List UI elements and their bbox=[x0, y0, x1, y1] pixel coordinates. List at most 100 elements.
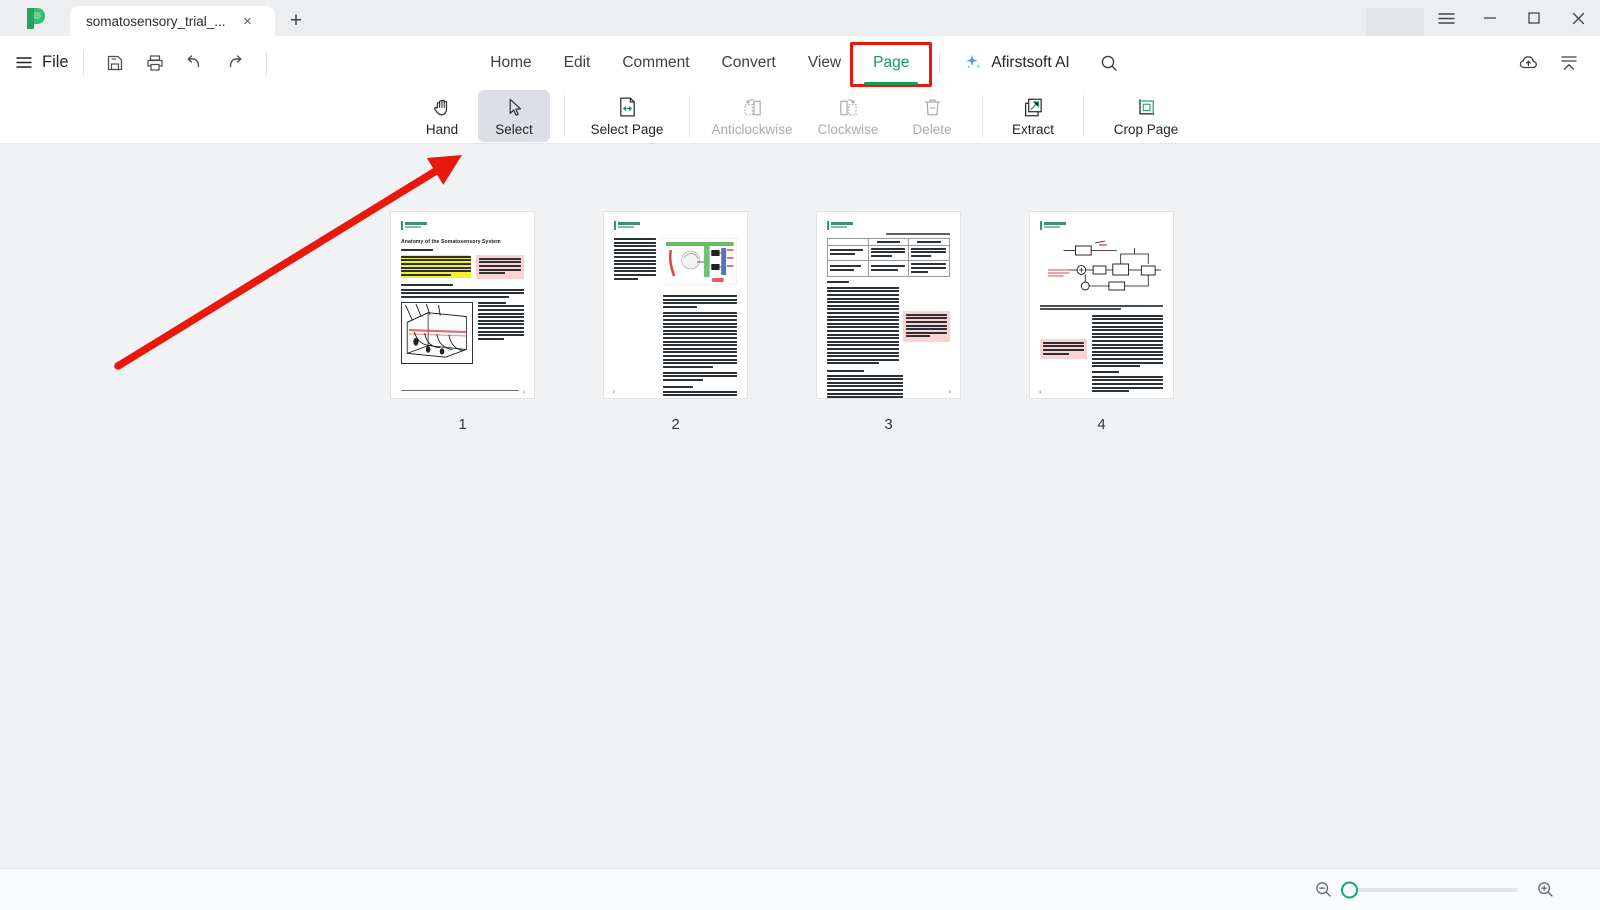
tool-select-page[interactable]: Select Page bbox=[579, 90, 675, 142]
menu-item-comment[interactable]: Comment bbox=[606, 48, 705, 78]
crop-icon bbox=[1135, 95, 1158, 119]
page-1-number-mark: 1 bbox=[522, 389, 525, 394]
menu-item-view[interactable]: View bbox=[792, 48, 857, 78]
page-2-section bbox=[614, 385, 737, 397]
page-thumbnail-4[interactable]: 4 bbox=[1029, 211, 1174, 399]
page-1-figure-caption bbox=[477, 301, 524, 364]
trash-icon bbox=[921, 95, 944, 119]
ribbon-divider-3 bbox=[982, 95, 983, 137]
menu-item-home[interactable]: Home bbox=[474, 48, 547, 78]
tool-clockwise-label: Clockwise bbox=[817, 122, 879, 137]
page-1-figure-row bbox=[401, 301, 524, 364]
tab-title: somatosensory_trial_... bbox=[86, 13, 226, 29]
tool-delete-label: Delete bbox=[912, 122, 952, 137]
rotate-left-icon bbox=[741, 95, 764, 119]
page-thumbnail-area: Anatomy of the Somatosensory System 1 1 … bbox=[0, 144, 1600, 868]
page-4-body-row bbox=[1040, 314, 1163, 394]
tool-extract[interactable]: Extract bbox=[997, 90, 1069, 142]
page-thumbnail-item[interactable]: 3 3 bbox=[816, 211, 961, 433]
page-3-table-caption bbox=[827, 233, 950, 235]
tool-anticlockwise[interactable]: Anticlockwise bbox=[704, 90, 800, 142]
search-button[interactable] bbox=[1092, 46, 1126, 80]
collapse-ribbon-button[interactable] bbox=[1552, 46, 1586, 80]
menu-bar: File Home Edit Comment Convert View Page… bbox=[0, 36, 1600, 89]
title-bar: somatosensory_trial_... × + bbox=[0, 0, 1600, 36]
afirstsoft-ai-button[interactable]: Afirstsoft AI bbox=[954, 48, 1079, 77]
undo-button[interactable] bbox=[178, 46, 212, 80]
zoom-out-icon bbox=[1315, 882, 1331, 897]
page-2-caption-col bbox=[614, 238, 657, 290]
tool-select[interactable]: Select bbox=[478, 90, 550, 142]
print-icon bbox=[146, 54, 163, 71]
print-button[interactable] bbox=[138, 46, 172, 80]
menubar-right-actions bbox=[1512, 36, 1586, 89]
tool-clockwise[interactable]: Clockwise bbox=[800, 90, 896, 142]
page-number-label: 4 bbox=[1097, 416, 1106, 433]
menu-divider bbox=[939, 51, 941, 74]
page-thumbnail-item[interactable]: Anatomy of the Somatosensory System 1 1 bbox=[390, 211, 535, 433]
close-window-button[interactable] bbox=[1556, 0, 1600, 36]
tool-anticlockwise-label: Anticlockwise bbox=[711, 122, 793, 137]
search-icon bbox=[1101, 55, 1117, 71]
zoom-out-button[interactable] bbox=[1310, 877, 1336, 903]
page-preview-2: 2 bbox=[604, 212, 747, 398]
hamburger-menu-icon[interactable] bbox=[1424, 0, 1468, 36]
menu-item-edit[interactable]: Edit bbox=[548, 48, 607, 78]
page-thumbnail-2[interactable]: 2 bbox=[603, 211, 748, 399]
zoom-in-button[interactable] bbox=[1532, 877, 1558, 903]
save-icon bbox=[107, 55, 122, 70]
titlebar-placeholder bbox=[1366, 8, 1424, 36]
page-preview-1: Anatomy of the Somatosensory System 1 bbox=[391, 212, 534, 398]
page-1-title: Anatomy of the Somatosensory System bbox=[401, 239, 501, 245]
doc-logo bbox=[614, 221, 737, 230]
tool-crop-page[interactable]: Crop Page bbox=[1098, 90, 1194, 142]
page-number-label: 1 bbox=[458, 416, 467, 433]
zoom-slider-handle[interactable] bbox=[1341, 881, 1358, 898]
page-thumbnail-1[interactable]: Anatomy of the Somatosensory System 1 bbox=[390, 211, 535, 399]
page-number-label: 2 bbox=[671, 416, 680, 433]
page-thumbnail-item[interactable]: 4 4 bbox=[1029, 211, 1174, 433]
page-1-pink-note bbox=[475, 254, 524, 279]
file-menu-button[interactable]: File bbox=[16, 53, 69, 72]
page-preview-4: 4 bbox=[1030, 212, 1173, 398]
page-4-figure-caption bbox=[1040, 305, 1163, 310]
zoom-in-icon bbox=[1537, 882, 1553, 897]
maximize-icon bbox=[1528, 12, 1540, 24]
minimize-button[interactable] bbox=[1468, 0, 1512, 36]
block-diagram-figure bbox=[1040, 240, 1163, 303]
page-thumbnail-item[interactable]: 2 2 bbox=[603, 211, 748, 433]
zoom-slider[interactable] bbox=[1341, 881, 1518, 898]
page-2-body-2 bbox=[614, 371, 737, 381]
collapse-ribbon-icon bbox=[1561, 55, 1577, 70]
minimize-icon bbox=[1484, 17, 1496, 19]
menu-item-convert[interactable]: Convert bbox=[706, 48, 792, 78]
page-thumbnail-3[interactable]: 3 bbox=[816, 211, 961, 399]
page-4-pink-note bbox=[1040, 315, 1088, 394]
page-1-section bbox=[401, 283, 524, 298]
tool-select-label: Select bbox=[495, 122, 533, 137]
page-ribbon-toolbar: Hand Select Select Page Anticlockwise Cl… bbox=[0, 89, 1600, 144]
page-3-table bbox=[827, 237, 950, 278]
new-tab-button[interactable]: + bbox=[281, 5, 311, 35]
save-button[interactable] bbox=[98, 46, 132, 80]
page-3-section bbox=[827, 369, 904, 398]
hand-icon bbox=[431, 95, 454, 119]
document-tab[interactable]: somatosensory_trial_... × bbox=[70, 6, 275, 36]
tool-hand[interactable]: Hand bbox=[406, 90, 478, 142]
select-page-icon bbox=[616, 95, 639, 119]
tool-select-page-label: Select Page bbox=[590, 122, 664, 137]
page-1-author bbox=[401, 249, 524, 251]
cloud-upload-button[interactable] bbox=[1512, 46, 1546, 80]
extract-icon bbox=[1022, 95, 1045, 119]
close-tab-icon[interactable]: × bbox=[238, 11, 258, 31]
hamburger-icon bbox=[1437, 12, 1455, 24]
undo-icon bbox=[187, 55, 200, 68]
menu-item-page[interactable]: Page bbox=[850, 41, 933, 87]
afirstsoft-logo-icon bbox=[27, 8, 45, 29]
redo-button[interactable] bbox=[218, 46, 252, 80]
maximize-button[interactable] bbox=[1512, 0, 1556, 36]
doc-logo bbox=[1040, 221, 1163, 230]
tool-crop-page-label: Crop Page bbox=[1113, 122, 1179, 137]
tool-delete[interactable]: Delete bbox=[896, 90, 968, 142]
window-controls bbox=[1424, 0, 1600, 36]
